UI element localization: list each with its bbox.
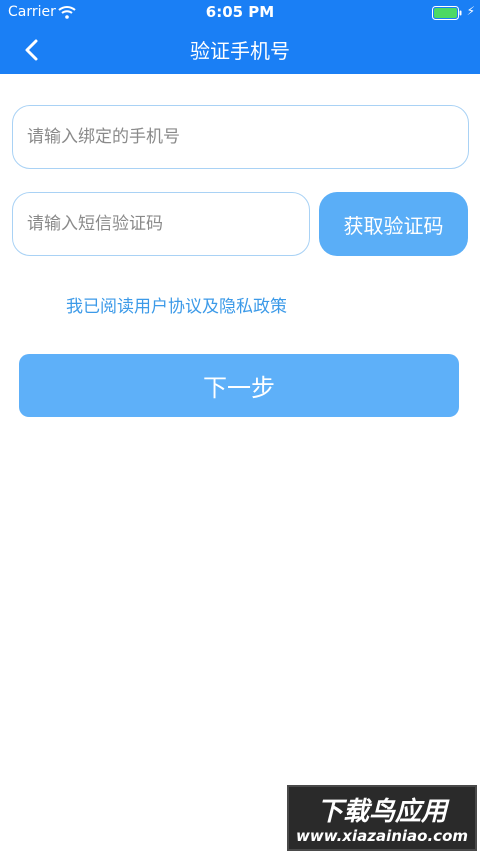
next-button[interactable]: 下一步 [19, 354, 459, 417]
status-bar: Carrier 6:05 PM ⚡ [0, 0, 480, 24]
watermark-logo: 下载鸟应用 www.xiazainiao.com [287, 785, 477, 851]
charging-bolt-icon: ⚡ [466, 4, 475, 18]
header: Carrier 6:05 PM ⚡ 验证手机号 [0, 0, 480, 74]
watermark-url: www.xiazainiao.com [295, 827, 469, 845]
nav-bar: 验证手机号 [0, 24, 480, 74]
watermark-title: 下载鸟应用 [316, 797, 447, 827]
agreement-link[interactable]: 我已阅读用户协议及隐私政策 [66, 292, 287, 317]
phone-field-container [12, 105, 469, 169]
get-code-button[interactable]: 获取验证码 [319, 192, 468, 256]
status-time: 6:05 PM [205, 3, 275, 21]
battery-icon [432, 5, 462, 24]
sms-code-field-container [12, 192, 310, 256]
page-title: 验证手机号 [190, 39, 290, 63]
phone-input[interactable] [13, 106, 468, 168]
sms-code-input[interactable] [13, 193, 309, 255]
